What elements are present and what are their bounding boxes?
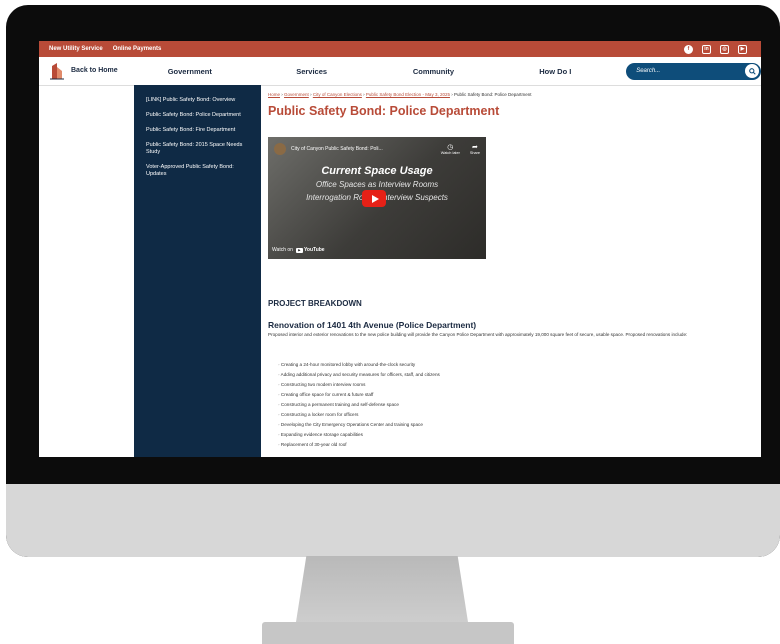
sidebar: [LINK] Public Safety Bond: Overview Publ… xyxy=(134,85,261,457)
breadcrumb-separator: › xyxy=(281,92,283,97)
video-embed[interactable]: City of Canyon Public Safety Bond: Poli.… xyxy=(268,137,486,259)
facebook-icon[interactable]: f xyxy=(684,44,693,54)
breadcrumb-government[interactable]: Government xyxy=(284,92,309,97)
list-item: Expanding evidence storage capabilities xyxy=(278,430,440,440)
nav-community[interactable]: Community xyxy=(373,67,495,76)
back-to-home-link[interactable]: Back to Home xyxy=(39,62,129,80)
list-item: Constructing two modern interview rooms xyxy=(278,380,440,390)
list-item: Adding additional privacy and security m… xyxy=(278,370,440,380)
main-nav: Back to Home Government Services Communi… xyxy=(39,57,761,86)
intro-paragraph: Proposed interior and exterior renovatio… xyxy=(268,332,688,337)
breadcrumb-separator: › xyxy=(310,92,312,97)
back-to-home-label: Back to Home xyxy=(71,67,118,74)
sidebar-item-police[interactable]: Public Safety Bond: Police Department xyxy=(134,112,261,119)
watch-on-youtube-link[interactable]: Watch on ▶ YouTube xyxy=(272,247,325,253)
video-overlay-line-1: Office Spaces as Interview Rooms xyxy=(315,180,439,189)
search-icon[interactable] xyxy=(745,64,760,78)
browser-screen: New Utility Service Online Payments f in… xyxy=(39,41,761,457)
list-item: Constructing a locker room for officers xyxy=(278,410,440,420)
breadcrumb-bond-election[interactable]: Public Safety Bond Election - May 3, 202… xyxy=(366,92,450,97)
breadcrumb-separator: › xyxy=(451,92,453,97)
youtube-icon[interactable]: ▶ xyxy=(738,44,747,54)
city-logo-icon xyxy=(50,63,64,80)
sidebar-item-updates[interactable]: Voter-Approved Public Safety Bond: Updat… xyxy=(134,164,261,178)
search-input[interactable]: Search... xyxy=(626,62,761,80)
nav-how-do-i[interactable]: How Do I xyxy=(494,67,616,76)
youtube-play-icon: ▶ xyxy=(295,247,303,253)
list-item: Replacement of 30-year old roof xyxy=(278,440,440,450)
main-content: Home › Government › City of Canyon Elect… xyxy=(268,85,753,457)
play-button[interactable] xyxy=(362,190,386,207)
video-overlay-title: Current Space Usage xyxy=(321,165,433,177)
channel-avatar[interactable] xyxy=(274,143,286,155)
youtube-label: YouTube xyxy=(303,247,325,253)
search-placeholder: Search... xyxy=(636,68,661,74)
sidebar-item-space-study[interactable]: Public Safety Bond: 2015 Space Needs Stu… xyxy=(134,142,261,156)
page-content: [LINK] Public Safety Bond: Overview Publ… xyxy=(39,85,761,457)
online-payments-link[interactable]: Online Payments xyxy=(113,46,162,52)
clock-icon: ◷ xyxy=(447,144,454,151)
social-links: f in ◎ ▶ xyxy=(684,44,747,54)
nav-services[interactable]: Services xyxy=(251,67,373,76)
section-heading: PROJECT BREAKDOWN xyxy=(268,299,362,308)
list-item: Creating office space for current & futu… xyxy=(278,390,440,400)
linkedin-icon[interactable]: in xyxy=(702,44,711,54)
sidebar-item-overview[interactable]: [LINK] Public Safety Bond: Overview xyxy=(134,97,261,104)
sidebar-item-fire[interactable]: Public Safety Bond: Fire Department xyxy=(134,127,261,134)
list-item: Creating a 24-hour monitored lobby with … xyxy=(278,360,440,370)
share-icon: ➦ xyxy=(471,144,478,151)
video-title[interactable]: City of Canyon Public Safety Bond: Poli.… xyxy=(291,146,383,152)
new-utility-service-link[interactable]: New Utility Service xyxy=(49,46,103,52)
share-label: Share xyxy=(469,151,480,155)
video-header: City of Canyon Public Safety Bond: Poli.… xyxy=(268,137,486,155)
breadcrumb: Home › Government › City of Canyon Elect… xyxy=(268,92,753,97)
list-item: Developing the City Emergency Operations… xyxy=(278,420,440,430)
monitor-base xyxy=(262,622,514,644)
watch-later-label: Watch later xyxy=(440,151,460,155)
breadcrumb-current: Public Safety Bond: Police Department xyxy=(454,92,532,97)
breadcrumb-home[interactable]: Home xyxy=(268,92,280,97)
watch-later-button[interactable]: ◷ Watch later xyxy=(441,143,460,155)
share-button[interactable]: ➦ Share xyxy=(470,143,480,155)
watch-on-label: Watch on xyxy=(272,247,293,253)
subheading: Renovation of 1401 4th Avenue (Police De… xyxy=(268,320,477,330)
monitor-stand xyxy=(296,556,468,622)
breadcrumb-separator: › xyxy=(363,92,365,97)
list-item: Constructing a permanent training and se… xyxy=(278,400,440,410)
utility-bar: New Utility Service Online Payments f in… xyxy=(39,41,761,57)
instagram-icon[interactable]: ◎ xyxy=(720,44,729,54)
monitor-chin xyxy=(6,484,780,557)
nav-government[interactable]: Government xyxy=(129,67,251,76)
monitor-frame: New Utility Service Online Payments f in… xyxy=(6,5,780,557)
video-controls: ◷ Watch later ➦ Share xyxy=(441,143,480,155)
renovation-list: Creating a 24-hour monitored lobby with … xyxy=(278,360,440,450)
breadcrumb-elections[interactable]: City of Canyon Elections xyxy=(313,92,362,97)
page-title: Public Safety Bond: Police Department xyxy=(268,104,500,118)
